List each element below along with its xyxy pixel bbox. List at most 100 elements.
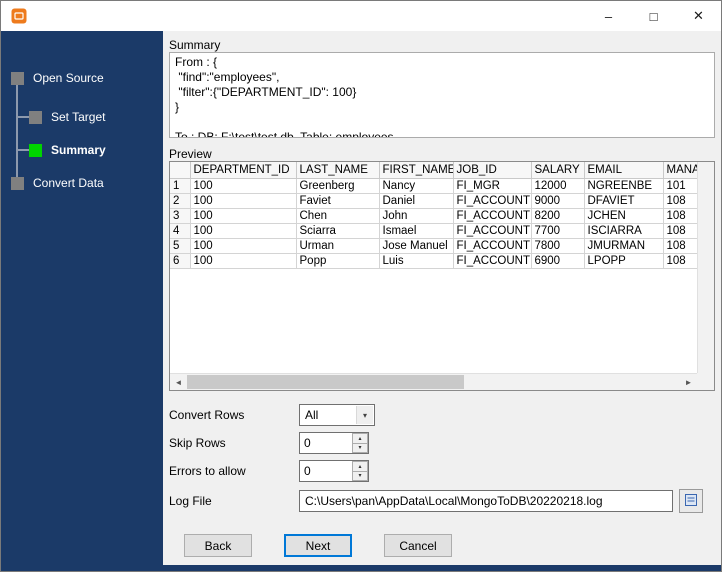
table-row[interactable]: 4 100 Sciarra Ismael FI_ACCOUNT 7700 ISCIARRA 1… (170, 223, 697, 239)
step-marker-icon (29, 143, 42, 157)
data-cell: 12000 (531, 178, 585, 194)
view-log-icon (683, 492, 699, 511)
corner-header[interactable] (170, 162, 191, 179)
spin-down-icon[interactable]: ▾ (352, 471, 368, 481)
wizard-steps: Open Source Set Target Summary Convert Data (1, 31, 163, 571)
convert-rows-select[interactable]: All ▾ (299, 404, 375, 426)
data-cell: Faviet (296, 193, 380, 209)
data-cell: Ismael (379, 223, 454, 239)
maximize-button[interactable]: □ (631, 1, 676, 31)
convert-rows-label: Convert Rows (169, 408, 245, 422)
cancel-button[interactable]: Cancel (384, 534, 452, 557)
data-cell: JMURMAN (584, 238, 664, 254)
wizard-step-set-target[interactable]: Set Target (29, 110, 105, 124)
errors-spin-buttons: ▴ ▾ (352, 461, 368, 481)
data-cell: Greenberg (296, 178, 380, 194)
row-number-cell: 1 (170, 178, 191, 194)
data-cell: Nancy (379, 178, 454, 194)
app-icon (11, 8, 27, 24)
table-row[interactable]: 5 100 Urman Jose Manuel FI_ACCOUNT 7800 JMURMA… (170, 238, 697, 254)
column-header[interactable]: DEPARTMENT_ID (190, 162, 297, 179)
table-row[interactable]: 6 100 Popp Luis FI_ACCOUNT 6900 LPOPP 108 (170, 253, 697, 269)
data-cell: 6900 (531, 253, 585, 269)
errors-to-allow-stepper: ▴ ▾ (299, 460, 369, 482)
spin-down-icon[interactable]: ▾ (352, 443, 368, 453)
minimize-button[interactable]: – (586, 1, 631, 31)
horizontal-scrollbar[interactable]: ◄ ► (170, 373, 697, 390)
preview-grid-viewport: DEPARTMENT_ID LAST_NAME FIRST_NAME JOB_ID SA… (170, 162, 697, 373)
data-cell: NGREENBE (584, 178, 664, 194)
data-cell: Daniel (379, 193, 454, 209)
data-cell: Sciarra (296, 223, 380, 239)
data-cell: FI_ACCOUNT (453, 208, 532, 224)
back-button[interactable]: Back (184, 534, 252, 557)
log-file-input[interactable] (299, 490, 673, 512)
data-cell: Jose Manuel (379, 238, 454, 254)
data-cell: Urman (296, 238, 380, 254)
table-row[interactable]: 2 100 Faviet Daniel FI_ACCOUNT 9000 DFAVIET 108 (170, 193, 697, 209)
step-label: Summary (51, 143, 106, 157)
row-number-cell: 2 (170, 193, 191, 209)
column-header[interactable]: MANAGER_ID (663, 162, 697, 179)
window-controls: – □ ✕ (586, 1, 721, 31)
data-cell: 108 (663, 223, 697, 239)
column-header[interactable]: EMAIL (584, 162, 664, 179)
wizard-step-open-source[interactable]: Open Source (11, 71, 104, 85)
skip-rows-spin-buttons: ▴ ▾ (352, 433, 368, 453)
skip-rows-label: Skip Rows (169, 436, 226, 450)
data-cell: 108 (663, 253, 697, 269)
convert-rows-value: All (305, 408, 319, 422)
step-marker-icon (29, 110, 42, 124)
grid-header: DEPARTMENT_ID LAST_NAME FIRST_NAME JOB_ID SA… (170, 162, 697, 179)
row-number-cell: 6 (170, 253, 191, 269)
step-marker-icon (11, 71, 24, 85)
wizard-step-summary[interactable]: Summary (29, 143, 106, 157)
errors-to-allow-input[interactable] (300, 461, 352, 481)
next-button[interactable]: Next (284, 534, 352, 557)
data-cell: Luis (379, 253, 454, 269)
step-label: Convert Data (33, 176, 104, 190)
summary-textbox[interactable]: From : { "find":"employees", "filter":{"… (169, 52, 715, 138)
column-header[interactable]: SALARY (531, 162, 585, 179)
skip-rows-stepper: ▴ ▾ (299, 432, 369, 454)
spin-up-icon[interactable]: ▴ (352, 461, 368, 472)
log-file-label: Log File (169, 494, 212, 508)
preview-section-label: Preview (169, 147, 212, 161)
vertical-scrollbar[interactable] (697, 162, 714, 373)
data-cell: Popp (296, 253, 380, 269)
table-row[interactable]: 1 100 Greenberg Nancy FI_MGR 12000 NGREENBE 101 (170, 178, 697, 194)
close-button[interactable]: ✕ (676, 1, 721, 31)
data-cell: 100 (190, 193, 297, 209)
scroll-right-icon[interactable]: ► (680, 374, 697, 390)
data-cell: 7700 (531, 223, 585, 239)
wizard-sidebar: Open Source Set Target Summary Convert Data (1, 31, 163, 571)
column-header[interactable]: JOB_ID (453, 162, 532, 179)
data-cell: ISCIARRA (584, 223, 664, 239)
scroll-left-icon[interactable]: ◄ (170, 374, 187, 390)
column-header[interactable]: FIRST_NAME (379, 162, 454, 179)
spin-up-icon[interactable]: ▴ (352, 433, 368, 444)
preview-table: DEPARTMENT_ID LAST_NAME FIRST_NAME JOB_ID SA… (170, 162, 697, 269)
horizontal-scrollbar-thumb[interactable] (187, 375, 464, 389)
row-number-cell: 5 (170, 238, 191, 254)
skip-rows-input[interactable] (300, 433, 352, 453)
data-cell: 108 (663, 208, 697, 224)
data-cell: FI_ACCOUNT (453, 253, 532, 269)
data-cell: FI_ACCOUNT (453, 238, 532, 254)
table-row[interactable]: 3 100 Chen John FI_ACCOUNT 8200 JCHEN 108 (170, 208, 697, 224)
chevron-down-icon: ▾ (356, 406, 373, 424)
data-cell: 100 (190, 178, 297, 194)
row-number-cell: 3 (170, 208, 191, 224)
wizard-step-convert-data[interactable]: Convert Data (11, 176, 104, 190)
main-content: Summary From : { "find":"employees", "fi… (163, 31, 721, 571)
data-cell: 7800 (531, 238, 585, 254)
data-cell: John (379, 208, 454, 224)
column-header[interactable]: LAST_NAME (296, 162, 380, 179)
log-file-view-button[interactable] (679, 489, 703, 513)
preview-grid: DEPARTMENT_ID LAST_NAME FIRST_NAME JOB_ID SA… (169, 161, 715, 391)
data-cell: FI_ACCOUNT (453, 223, 532, 239)
data-cell: DFAVIET (584, 193, 664, 209)
title-bar: – □ ✕ (1, 1, 721, 31)
data-cell: 8200 (531, 208, 585, 224)
data-cell: Chen (296, 208, 380, 224)
